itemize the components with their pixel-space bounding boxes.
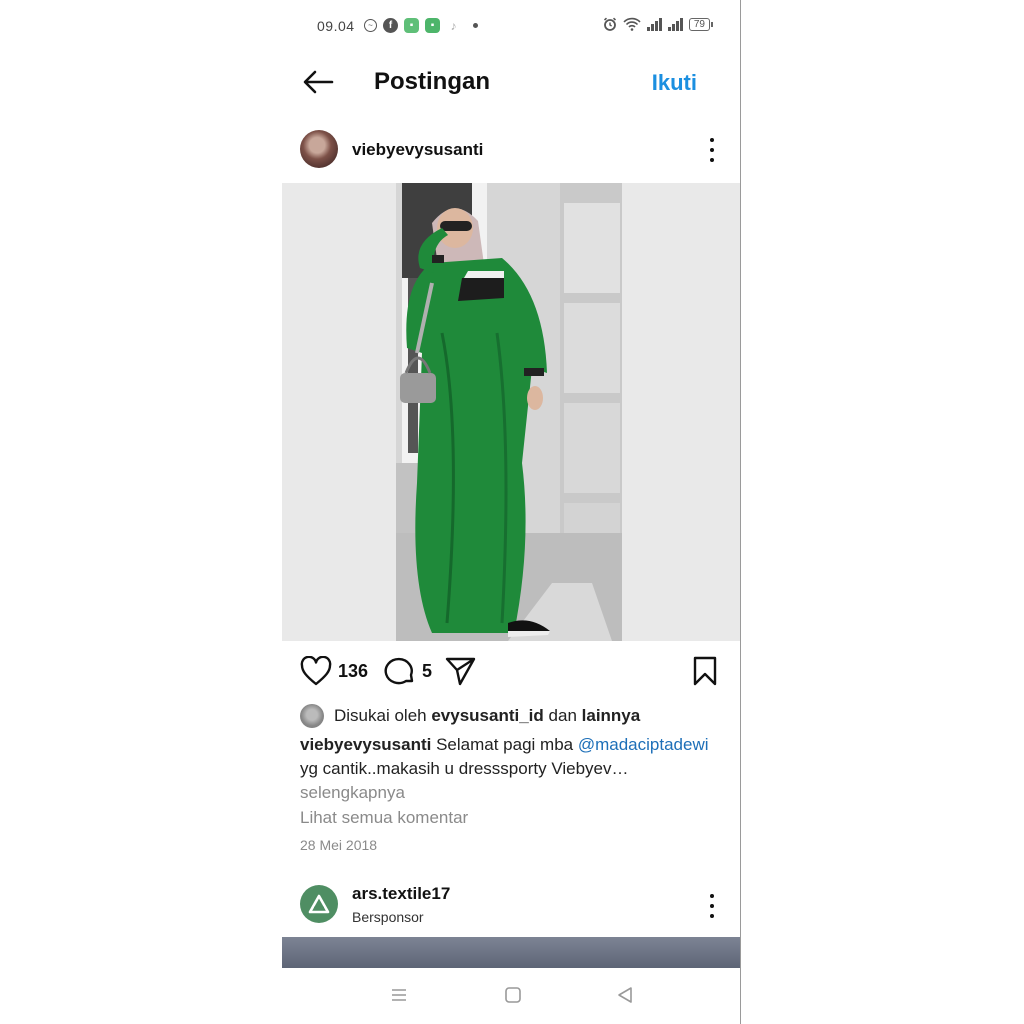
sponsored-post-header: ars.textile17 Bersponsor xyxy=(282,882,740,930)
heart-icon[interactable] xyxy=(300,656,332,686)
battery-indicator: 79 xyxy=(688,17,714,31)
sponsor-username[interactable]: ars.textile17 xyxy=(352,884,450,904)
top-bar: Postingan Ikuti xyxy=(282,58,740,106)
more-vertical-icon[interactable] xyxy=(704,138,720,162)
sponsor-logo-icon xyxy=(308,894,330,914)
page: 09.04 ~ f ▪ ▪ ♪ 79 Postingan Ikuti vieby… xyxy=(0,0,1024,1024)
triangle-back-icon[interactable] xyxy=(616,986,634,1004)
signal-1-icon xyxy=(646,17,662,31)
liked-by-text: Disukai oleh evysusanti_id dan lainnya xyxy=(334,706,640,726)
menu-icon[interactable] xyxy=(390,986,408,1004)
post-header: viebyevysusanti xyxy=(282,130,740,170)
share-action[interactable] xyxy=(444,656,476,686)
caption-mention[interactable]: @madaciptadewi xyxy=(578,735,709,754)
comment-action[interactable]: 5 xyxy=(384,655,432,687)
phone-screen: 09.04 ~ f ▪ ▪ ♪ 79 Postingan Ikuti vieby… xyxy=(282,0,740,1024)
follow-button[interactable]: Ikuti xyxy=(652,70,697,96)
caption-text-2: yg cantik..makasih u dresssporty Viebyev… xyxy=(300,759,629,778)
post-image[interactable] xyxy=(282,183,740,641)
sponsored-label: Bersponsor xyxy=(352,909,424,925)
sponsor-avatar[interactable] xyxy=(300,885,338,923)
alarm-icon xyxy=(603,17,616,31)
liked-by-avatar xyxy=(300,704,324,728)
square-icon[interactable] xyxy=(504,986,522,1004)
status-time: 09.04 xyxy=(317,18,355,34)
divider-line xyxy=(740,0,741,1024)
send-icon[interactable] xyxy=(444,656,476,686)
liked-by-user[interactable]: evysusanti_id xyxy=(431,706,543,725)
like-action[interactable]: 136 xyxy=(300,656,368,686)
arrow-left-icon[interactable] xyxy=(302,68,334,96)
app-notification-icon: ▪ xyxy=(404,18,419,33)
post-photo-illustration xyxy=(282,183,740,641)
avatar[interactable] xyxy=(300,130,338,168)
sponsored-media[interactable] xyxy=(282,937,740,968)
post-date: 28 Mei 2018 xyxy=(300,837,378,853)
system-icons: 79 xyxy=(603,17,714,31)
bookmark-icon[interactable] xyxy=(692,656,718,686)
signal-2-icon xyxy=(667,17,683,31)
liked-by-prefix: Disukai oleh xyxy=(334,706,427,725)
save-action[interactable] xyxy=(692,656,718,686)
wifi-icon xyxy=(623,17,641,31)
view-all-comments-link[interactable]: Lihat semua komentar xyxy=(300,808,468,828)
system-nav-bar xyxy=(282,968,740,1024)
liked-by-others[interactable]: lainnya xyxy=(582,706,641,725)
messenger-icon: ~ xyxy=(364,19,377,32)
like-count: 136 xyxy=(338,660,369,681)
post-actions: 136 5 xyxy=(282,652,740,690)
caption-text-1: Selamat pagi mba xyxy=(436,735,574,754)
comment-count: 5 xyxy=(422,660,433,681)
more-vertical-icon[interactable] xyxy=(704,894,720,918)
post-caption: viebyevysusanti Selamat pagi mba @madaci… xyxy=(300,733,730,805)
status-bar: 09.04 ~ f ▪ ▪ ♪ 79 xyxy=(282,16,740,38)
facebook-icon: f xyxy=(383,18,398,33)
comment-icon[interactable] xyxy=(384,655,416,687)
more-notifications-icon xyxy=(473,23,478,28)
page-title: Postingan xyxy=(374,68,491,95)
liked-by-and: dan xyxy=(548,706,577,725)
tiktok-icon: ♪ xyxy=(450,18,457,33)
caption-more-link[interactable]: selengkapnya xyxy=(300,783,405,802)
post-username[interactable]: viebyevysusanti xyxy=(352,140,483,160)
chat-notification-icon: ▪ xyxy=(425,18,440,33)
liked-by[interactable]: Disukai oleh evysusanti_id dan lainnya xyxy=(300,704,640,728)
notification-icons: ~ f ▪ ▪ ♪ xyxy=(364,18,478,33)
caption-username[interactable]: viebyevysusanti xyxy=(300,735,431,754)
